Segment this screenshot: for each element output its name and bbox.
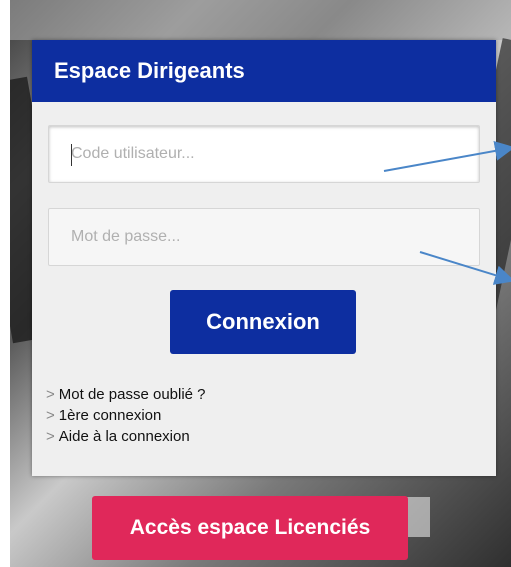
panel-title: Espace Dirigeants	[32, 40, 496, 102]
help-links: > Mot de passe oublié ? >1ère connexion >…	[46, 384, 206, 447]
username-input[interactable]	[49, 126, 479, 182]
username-field[interactable]	[48, 125, 480, 183]
first-connection-link[interactable]: >1ère connexion	[46, 405, 206, 426]
password-input[interactable]	[49, 209, 479, 265]
login-help-link[interactable]: > Aide à la connexion	[46, 426, 206, 447]
forgot-password-link[interactable]: > Mot de passe oublié ?	[46, 384, 206, 405]
login-panel: Espace Dirigeants Connexion >Mot de pass…	[32, 40, 496, 476]
login-button[interactable]: Connexion	[170, 290, 356, 354]
licencies-access-button[interactable]: Accès espace Licenciés	[92, 496, 408, 560]
password-field[interactable]	[48, 208, 480, 266]
text-caret	[71, 144, 72, 166]
